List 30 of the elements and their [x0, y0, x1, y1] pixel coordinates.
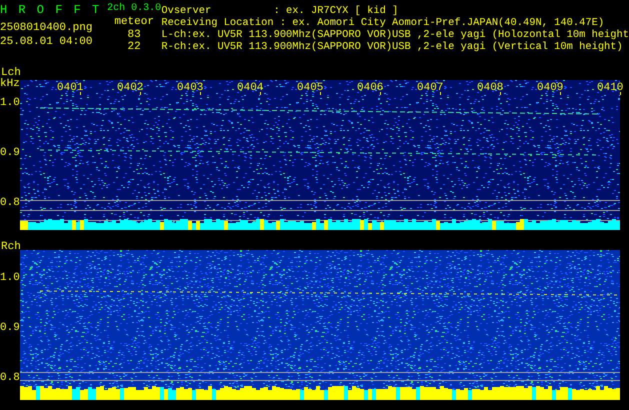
app-title: H R O F F T [0, 2, 102, 19]
unit-label: kHz [0, 78, 20, 90]
time-label: 0405 [297, 82, 324, 94]
file-name: 2508010400.png [0, 21, 94, 35]
time-label: 0404 [237, 82, 264, 94]
mode-label: meteor [114, 15, 154, 29]
time-label: 0403 [177, 82, 204, 94]
date-time: 25.08.01 04:00 [0, 35, 94, 49]
channel-label: Rch [1, 241, 21, 253]
time-label: 0407 [417, 82, 444, 94]
axis-label: 1.0 [0, 97, 20, 109]
axis-label: 0.9 [0, 322, 20, 334]
time-label: 0402 [117, 82, 144, 94]
channel-label: Lch [1, 67, 21, 79]
version-label: 2ch 0.3.0 [107, 2, 162, 15]
count-value: 22 [128, 41, 141, 53]
info-line: Receiving Location : ex. Aomori City Aomori-Pref.JAPAN(40.49N, 140.47E) [161, 17, 606, 29]
axis-label: 0.9 [0, 147, 20, 159]
time-label: 0410 [597, 82, 624, 94]
axis-label: 0.8 [0, 197, 20, 209]
time-label: 0406 [357, 82, 384, 94]
axis-label: 0.8 [0, 372, 20, 384]
info-line: Ovserver : ex. JR7CYX [ kid ] [161, 5, 400, 17]
info-line: R-ch:ex. UV5R 113.900Mhz(SAPPORO VOR)USB ,2-ele yagi (Vertical 10m height) [161, 41, 624, 53]
axis-label: 1.0 [0, 272, 20, 284]
time-label: 0409 [537, 82, 564, 94]
count-value: 83 [128, 29, 141, 41]
time-label: 0401 [57, 82, 84, 94]
time-label: 0408 [477, 82, 504, 94]
info-line: L-ch:ex. UV5R 113.900Mhz(SAPPORO VOR)USB ,2-ele yagi (Holozontal 10m height [161, 29, 629, 41]
